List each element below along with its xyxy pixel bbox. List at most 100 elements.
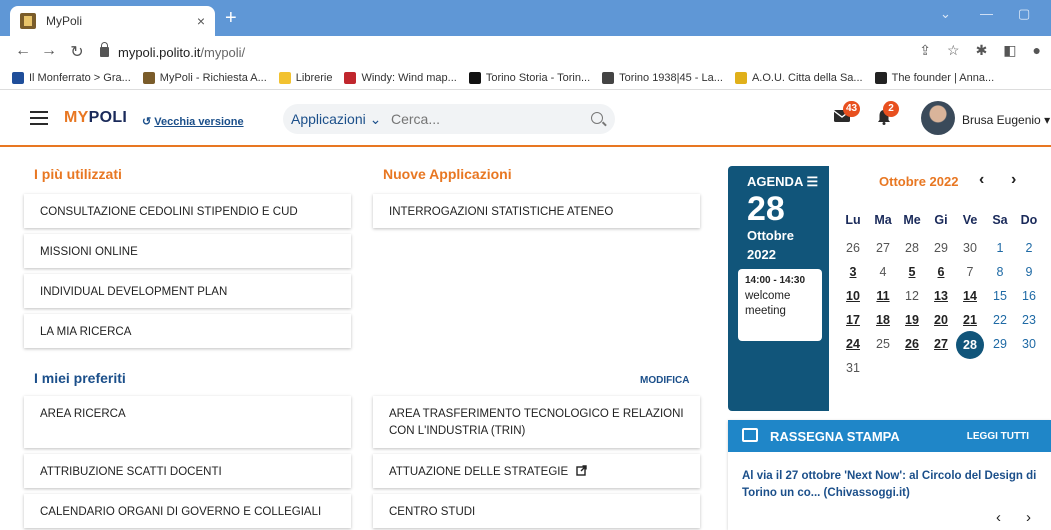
- url-field[interactable]: mypoli.polito.it/mypoli/: [100, 42, 245, 62]
- calendar-day[interactable]: 12: [900, 289, 924, 303]
- app-card[interactable]: ATTRIBUZIONE SCATTI DOCENTI: [24, 454, 351, 488]
- calendar-day[interactable]: 22: [988, 313, 1012, 327]
- next-month-icon[interactable]: ›: [1011, 171, 1016, 189]
- calendar-day[interactable]: 1: [988, 241, 1012, 255]
- calendar-day[interactable]: 10: [841, 289, 865, 303]
- prev-month-icon[interactable]: ‹: [979, 171, 984, 189]
- menu-icon[interactable]: [30, 111, 48, 125]
- bookmark-item[interactable]: MyPoli - Richiesta A...: [142, 71, 267, 84]
- calendar-day[interactable]: 26: [841, 241, 865, 255]
- calendar-day[interactable]: 15: [988, 289, 1012, 303]
- calendar-day[interactable]: 28: [900, 241, 924, 255]
- calendar-day[interactable]: 30: [958, 241, 982, 255]
- app-card[interactable]: INDIVIDUAL DEVELOPMENT PLAN: [24, 274, 351, 308]
- press-headline[interactable]: Al via il 27 ottobre 'Next Now': al Circ…: [742, 468, 1042, 502]
- calendar-day[interactable]: 13: [929, 289, 953, 303]
- prev-news-icon[interactable]: ‹: [996, 509, 1001, 526]
- press-review-panel: RASSEGNA STAMPA LEGGI TUTTI Al via il 27…: [728, 420, 1051, 530]
- next-news-icon[interactable]: ›: [1026, 509, 1031, 526]
- agenda-event[interactable]: 14:00 - 14:30 welcome meeting: [738, 269, 822, 341]
- forward-icon[interactable]: →: [36, 42, 62, 60]
- new-apps-title: Nuove Applicazioni: [383, 166, 512, 182]
- extensions-icon[interactable]: ✱: [976, 42, 988, 59]
- calendar-day[interactable]: 30: [1017, 337, 1041, 351]
- browser-tab[interactable]: MyPoli ×: [10, 6, 215, 36]
- avatar[interactable]: [921, 101, 955, 135]
- bookmark-item[interactable]: The founder | Anna...: [874, 71, 994, 84]
- new-tab-icon[interactable]: +: [225, 8, 237, 28]
- agenda-title[interactable]: AGENDA ☰: [747, 174, 818, 190]
- app-card[interactable]: LA MIA RICERCA: [24, 314, 351, 348]
- calendar-day[interactable]: 29: [929, 241, 953, 255]
- calendar-day[interactable]: 21: [958, 313, 982, 327]
- mypoli-logo[interactable]: MYPOLI: [64, 109, 127, 127]
- search-input[interactable]: [391, 111, 571, 127]
- calendar-day[interactable]: 25: [871, 337, 895, 351]
- bookmark-label: Windy: Wind map...: [361, 71, 457, 84]
- calendar-day[interactable]: 17: [841, 313, 865, 327]
- search-scope-select[interactable]: Applicazioni ⌄: [283, 111, 391, 128]
- calendar-day[interactable]: 23: [1017, 313, 1041, 327]
- tab-search-icon[interactable]: ⌄: [940, 6, 951, 22]
- calendar-day[interactable]: 19: [900, 313, 924, 327]
- calendar-day[interactable]: 20: [929, 313, 953, 327]
- newspaper-icon: [742, 428, 758, 442]
- old-version-label: Vecchia versione: [154, 116, 244, 128]
- bookmark-item[interactable]: Windy: Wind map...: [344, 71, 457, 84]
- back-icon[interactable]: ←: [10, 42, 36, 60]
- restore-icon[interactable]: ▢: [1018, 6, 1030, 22]
- calendar-day[interactable]: 2: [1017, 241, 1041, 255]
- calendar-day[interactable]: 8: [988, 265, 1012, 279]
- calendar-day[interactable]: 4: [871, 265, 895, 279]
- calendar-day[interactable]: 18: [871, 313, 895, 327]
- old-version-link[interactable]: ↺ Vecchia versione: [142, 115, 244, 128]
- calendar-day[interactable]: 31: [841, 361, 865, 375]
- calendar-day[interactable]: 29: [988, 337, 1012, 351]
- calendar-day[interactable]: 27: [871, 241, 895, 255]
- app-card[interactable]: ATTUAZIONE DELLE STRATEGIE: [373, 454, 700, 488]
- calendar-day[interactable]: 11: [871, 289, 895, 303]
- bookmark-item[interactable]: Torino Storia - Torin...: [468, 71, 591, 84]
- calendar-day[interactable]: 5: [900, 265, 924, 279]
- minimize-icon[interactable]: —: [980, 6, 993, 21]
- bookmark-label: A.O.U. Citta della Sa...: [751, 71, 863, 84]
- calendar-day[interactable]: 27: [929, 337, 953, 351]
- calendar-day[interactable]: 3: [841, 265, 865, 279]
- agenda-panel: AGENDA ☰ 28 Ottobre 2022 14:00 - 14:30 w…: [728, 166, 829, 411]
- calendar-day[interactable]: 16: [1017, 289, 1041, 303]
- modify-favorites-link[interactable]: MODIFICA: [640, 375, 689, 386]
- bookmark-label: Torino Storia - Torin...: [485, 71, 591, 84]
- calendar-day[interactable]: 7: [958, 265, 982, 279]
- search-icon[interactable]: [591, 112, 603, 124]
- mail-button[interactable]: 43: [833, 101, 861, 128]
- reload-icon[interactable]: ↻: [64, 42, 90, 62]
- tab-close-icon[interactable]: ×: [197, 13, 205, 29]
- app-card[interactable]: AREA TRASFERIMENTO TECNOLOGICO E RELAZIO…: [373, 396, 700, 448]
- app-card-label: ATTUAZIONE DELLE STRATEGIE: [389, 466, 569, 478]
- profile-icon[interactable]: ●: [1033, 42, 1041, 59]
- share-icon[interactable]: ⇪: [919, 42, 931, 59]
- calendar-day-today[interactable]: 28: [956, 331, 984, 359]
- app-card[interactable]: CALENDARIO ORGANI DI GOVERNO E COLLEGIAL…: [24, 494, 351, 528]
- app-card[interactable]: AREA RICERCA: [24, 396, 351, 448]
- bookmark-item[interactable]: A.O.U. Citta della Sa...: [734, 71, 863, 84]
- bookmark-item[interactable]: Il Monferrato > Gra...: [12, 71, 131, 84]
- calendar-day[interactable]: 26: [900, 337, 924, 351]
- bookmark-item[interactable]: Torino 1938|45 - La...: [602, 71, 723, 84]
- calendar-month: Ottobre 2022: [879, 174, 959, 189]
- app-card[interactable]: MISSIONI ONLINE: [24, 234, 351, 268]
- bookmark-label: MyPoli - Richiesta A...: [159, 71, 267, 84]
- sidepanel-icon[interactable]: ◧: [1003, 42, 1016, 59]
- calendar-day[interactable]: 6: [929, 265, 953, 279]
- calendar-day[interactable]: 24: [841, 337, 865, 351]
- app-card[interactable]: CENTRO STUDI: [373, 494, 700, 528]
- star-icon[interactable]: ☆: [947, 42, 960, 59]
- user-menu[interactable]: Brusa Eugenio ▾: [962, 113, 1050, 127]
- calendar-day[interactable]: 14: [958, 289, 982, 303]
- app-card[interactable]: CONSULTAZIONE CEDOLINI STIPENDIO E CUD: [24, 194, 351, 228]
- app-card[interactable]: INTERROGAZIONI STATISTICHE ATENEO: [373, 194, 700, 228]
- bookmark-item[interactable]: Librerie: [278, 71, 332, 84]
- calendar-day[interactable]: 9: [1017, 265, 1041, 279]
- read-all-link[interactable]: LEGGI TUTTI: [967, 431, 1029, 442]
- notifications-button[interactable]: 2: [877, 101, 899, 130]
